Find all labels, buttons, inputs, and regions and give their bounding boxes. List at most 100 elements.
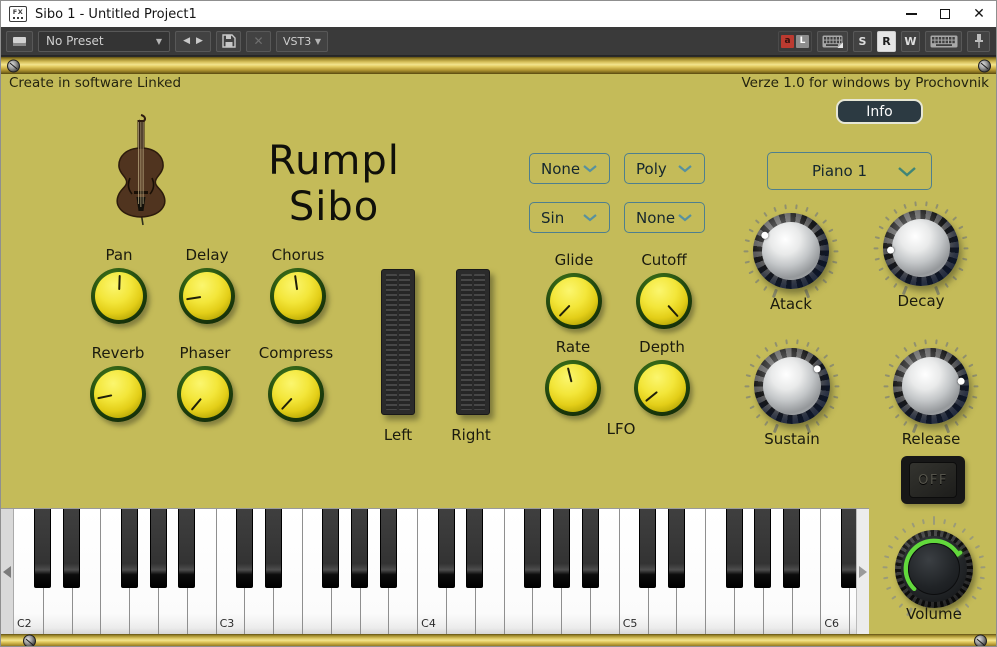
black-key-Dsharp2[interactable]: [63, 509, 80, 588]
scroll-right-strip[interactable]: [856, 509, 869, 634]
cutoff-knob[interactable]: Cutoff: [614, 251, 714, 329]
scroll-left-strip[interactable]: [1, 509, 14, 634]
black-key-Dsharp3[interactable]: [265, 509, 282, 588]
prev-preset-button[interactable]: ◀: [180, 36, 193, 46]
black-key-Dsharp5[interactable]: [668, 509, 685, 588]
instrument-preset-dropdown[interactable]: Piano 1: [767, 152, 932, 190]
save-icon: [222, 34, 236, 48]
rate-knob[interactable]: Rate: [523, 338, 623, 416]
rack-button[interactable]: [6, 31, 33, 52]
format-selector-value: VST3: [283, 35, 315, 48]
mod-source-1-dropdown[interactable]: None: [529, 153, 610, 184]
black-key-Asharp3[interactable]: [380, 509, 397, 588]
mod-source-2-dropdown[interactable]: None: [624, 202, 705, 233]
rack-icon: [13, 37, 26, 46]
glide-knob[interactable]: Glide: [524, 251, 624, 329]
knob-label: Chorus: [272, 246, 325, 264]
volume-label: Volume: [882, 605, 986, 623]
knob-pointer: [191, 398, 203, 411]
info-button[interactable]: Info: [836, 99, 923, 124]
knob-label: Decay: [873, 292, 969, 310]
compress-knob[interactable]: Compress: [246, 344, 346, 422]
keyboard-icon: [822, 35, 843, 48]
knob-dial: [270, 268, 326, 324]
black-key-Asharp2[interactable]: [178, 509, 195, 588]
decay-knob[interactable]: Decay: [873, 200, 969, 296]
pin-window-button[interactable]: [967, 31, 990, 52]
pan-knob[interactable]: Pan: [69, 246, 169, 324]
delete-preset-button[interactable]: ✕: [246, 31, 271, 52]
scroll-left-icon: [3, 566, 11, 578]
window-controls: ✕: [894, 1, 996, 27]
knob-pointer: [186, 296, 201, 301]
knob-pointer: [812, 364, 822, 374]
black-key-Fsharp3[interactable]: [322, 509, 339, 588]
reverb-knob[interactable]: Reverb: [68, 344, 168, 422]
black-key-Gsharp5[interactable]: [754, 509, 771, 588]
chevron-down-icon: [582, 213, 598, 222]
solo-button[interactable]: S: [853, 31, 872, 52]
volume-knob[interactable]: Volume: [882, 517, 986, 621]
chorus-knob[interactable]: Chorus: [248, 246, 348, 324]
black-key-Csharp4[interactable]: [438, 509, 455, 588]
onscreen-keyboard-button[interactable]: [925, 31, 962, 52]
off-label: OFF: [918, 473, 948, 488]
knob-label: Release: [883, 430, 979, 448]
black-key-Asharp4[interactable]: [582, 509, 599, 588]
format-selector[interactable]: VST3 ▼: [276, 31, 328, 52]
read-automation-button[interactable]: R: [877, 31, 896, 52]
release-knob[interactable]: Release: [883, 338, 979, 434]
piano-keyboard: C2C3C4C5C6: [1, 508, 869, 634]
knob-pointer: [645, 391, 658, 402]
automation-latch-button[interactable]: a L: [778, 31, 812, 52]
preset-selector[interactable]: No Preset ▼: [38, 31, 170, 52]
window-title: Sibo 1 - Untitled Project1: [35, 7, 197, 22]
knob-pointer: [97, 394, 112, 400]
sustain-knob[interactable]: Sustain: [744, 338, 840, 434]
knob-pointer: [760, 231, 770, 241]
knob-hub: [908, 543, 960, 595]
black-key-Fsharp4[interactable]: [524, 509, 541, 588]
knob-dial: [90, 366, 146, 422]
knob-dial: [268, 366, 324, 422]
minimize-button[interactable]: [894, 1, 928, 27]
depth-knob[interactable]: Depth: [612, 338, 712, 416]
dropdown-value: Poly: [636, 160, 667, 178]
maximize-icon: [940, 9, 950, 19]
editor-keyboard-button[interactable]: [817, 31, 848, 52]
write-automation-button[interactable]: W: [901, 31, 920, 52]
black-key-Csharp2[interactable]: [34, 509, 51, 588]
save-preset-button[interactable]: [216, 31, 241, 52]
double-bass-image: [93, 114, 189, 226]
black-key-Csharp3[interactable]: [236, 509, 253, 588]
lfo-wave-dropdown[interactable]: Sin: [529, 202, 610, 233]
chevron-down-icon: [582, 164, 598, 173]
titlebar: FX Sibo 1 - Untitled Project1 ✕: [1, 1, 996, 27]
off-toggle-button[interactable]: OFF: [901, 456, 965, 504]
black-key-Csharp5[interactable]: [639, 509, 656, 588]
black-key-Gsharp2[interactable]: [150, 509, 167, 588]
black-key-Fsharp2[interactable]: [121, 509, 138, 588]
black-key-Fsharp5[interactable]: [726, 509, 743, 588]
next-preset-button[interactable]: ▶: [193, 36, 206, 46]
close-icon: ✕: [973, 7, 985, 21]
knob-label: Rate: [556, 338, 590, 356]
black-key-Gsharp3[interactable]: [351, 509, 368, 588]
phaser-knob[interactable]: Phaser: [155, 344, 255, 422]
knob-pointer: [118, 275, 121, 290]
screw-icon: [974, 635, 987, 647]
attack-knob[interactable]: Atack: [743, 203, 839, 299]
automation-l-icon: L: [796, 35, 809, 48]
gold-trim-top: [1, 56, 996, 74]
delay-knob[interactable]: Delay: [157, 246, 257, 324]
black-key-Asharp5[interactable]: [783, 509, 800, 588]
chevron-down-icon: [897, 166, 917, 177]
close-button[interactable]: ✕: [962, 1, 996, 27]
lfo-label: LFO: [595, 420, 647, 438]
black-key-Dsharp4[interactable]: [466, 509, 483, 588]
octave-label-C3: C3: [220, 617, 235, 630]
knob-dial: [179, 268, 235, 324]
maximize-button[interactable]: [928, 1, 962, 27]
black-key-Gsharp4[interactable]: [553, 509, 570, 588]
voice-mode-dropdown[interactable]: Poly: [624, 153, 705, 184]
